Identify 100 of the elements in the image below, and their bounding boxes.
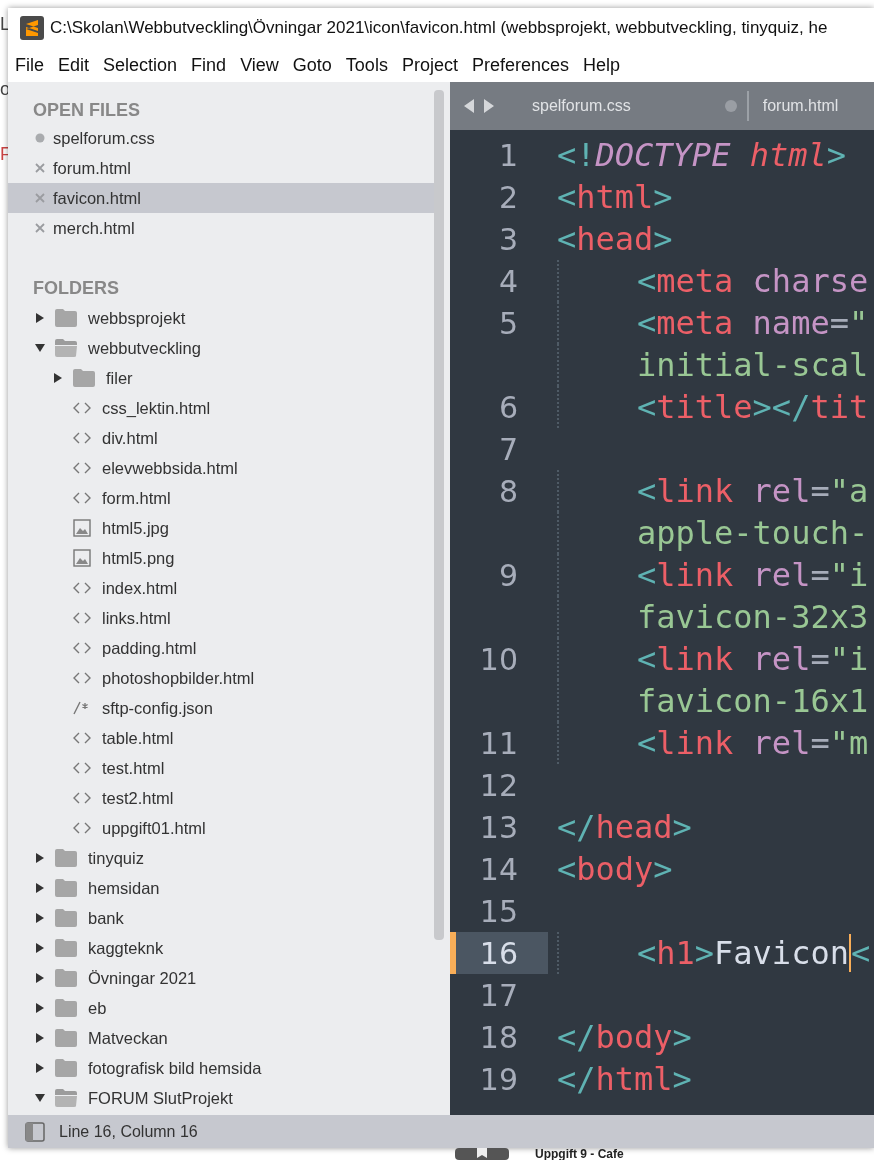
code-file-icon [72, 581, 92, 595]
code-punctuation: > [653, 178, 673, 216]
code-tag: meta [656, 304, 734, 342]
menu-item[interactable]: Goto [292, 54, 332, 76]
line-number: 11 [479, 725, 518, 761]
code-punctuation: < [557, 178, 577, 216]
folder-entry[interactable]: Övningar 2021 [8, 963, 434, 993]
folder-entry[interactable]: webbutveckling [8, 333, 434, 363]
tree-entry[interactable]: table.html [8, 723, 434, 753]
code-attribute: name [751, 304, 830, 342]
menu-item[interactable]: Find [191, 54, 227, 76]
open-file-item[interactable]: spelforum.css [8, 123, 434, 153]
folder-entry[interactable]: filer [8, 363, 434, 393]
code-tag: meta [656, 262, 734, 300]
code-tag: tit [810, 388, 869, 426]
code-doctype: html [748, 136, 827, 174]
menu-item[interactable]: Help [583, 54, 620, 76]
code-tag: link [656, 472, 734, 510]
folder-entry[interactable]: bank [8, 903, 434, 933]
code-punctuation: ></ [752, 388, 811, 426]
code-string: favicon-16x1 [637, 682, 869, 720]
tree-entry[interactable]: test.html [8, 753, 434, 783]
caret-right-icon[interactable] [52, 372, 64, 384]
code-string: "m [829, 724, 869, 762]
tree-entry[interactable]: links.html [8, 603, 434, 633]
menu-item[interactable]: Edit [58, 54, 90, 76]
code-tag: link [656, 556, 734, 594]
caret-right-icon[interactable] [34, 912, 46, 924]
code-punctuation: < [637, 472, 657, 510]
code-punctuation: > [672, 1060, 692, 1098]
code-string: initial-scal [637, 346, 869, 384]
folder-entry[interactable]: fotografisk bild hemsida [8, 1053, 434, 1083]
tree-entry[interactable]: elevwebbsida.html [8, 453, 434, 483]
tree-entry[interactable]: padding.html [8, 633, 434, 663]
line-number: 13 [479, 809, 518, 845]
tree-entry[interactable]: div.html [8, 423, 434, 453]
menu-item[interactable]: Preferences [471, 54, 569, 76]
caret-right-icon[interactable] [34, 882, 46, 894]
folder-entry[interactable]: hemsidan [8, 873, 434, 903]
code-punctuation: > [672, 1018, 692, 1056]
line-number: 2 [498, 179, 518, 215]
line-number: 1 [498, 137, 518, 173]
code-file-icon [72, 401, 92, 415]
sidebar-toggle-icon[interactable] [25, 1121, 45, 1142]
open-file-item[interactable]: favicon.html [8, 183, 434, 213]
caret-right-icon[interactable] [34, 1062, 46, 1074]
folder-icon [54, 878, 78, 898]
code-tag: head [576, 220, 654, 258]
open-file-item[interactable]: merch.html [8, 213, 434, 243]
code-punctuation: <! [557, 136, 596, 174]
unsaved-dot-icon [35, 133, 45, 143]
tree-entry[interactable]: test2.html [8, 783, 434, 813]
folder-entry[interactable]: Matveckan [8, 1023, 434, 1053]
tree-entry[interactable]: index.html [8, 573, 434, 603]
menu-item[interactable]: File [15, 54, 44, 76]
scrollbar-thumb[interactable] [434, 90, 444, 940]
folder-entry[interactable]: kaggteknk [8, 933, 434, 963]
folder-entry[interactable]: FORUM SlutProjekt [8, 1083, 434, 1113]
menu-item[interactable]: View [240, 54, 279, 76]
code-attribute: rel [751, 556, 811, 594]
folder-icon [54, 938, 78, 958]
caret-down-icon[interactable] [34, 1092, 46, 1104]
code-file-icon [72, 821, 92, 835]
line-number: 17 [479, 977, 518, 1013]
tree-entry[interactable]: css_lektin.html [8, 393, 434, 423]
code-file-icon [72, 431, 92, 445]
caret-right-icon[interactable] [34, 942, 46, 954]
text-cursor [848, 934, 851, 972]
caret-right-icon[interactable] [34, 312, 46, 324]
tree-entry[interactable]: html5.jpg [8, 513, 434, 543]
menu-item[interactable]: Tools [345, 54, 388, 76]
code-attribute: charse [751, 262, 869, 300]
background-text: L [0, 14, 11, 35]
menu-item[interactable]: Project [401, 54, 458, 76]
tree-entry[interactable]: photoshopbilder.html [8, 663, 434, 693]
line-number: 7 [498, 431, 518, 467]
code-punctuation: </ [557, 1060, 596, 1098]
code-tag: link [656, 640, 734, 678]
caret-right-icon[interactable] [34, 852, 46, 864]
tree-entry[interactable]: form.html [8, 483, 434, 513]
folder-entry[interactable]: eb [8, 993, 434, 1023]
window-title: C:\Skolan\Webbutveckling\Övningar 2021\icon\favicon.html (webbsprojekt, webbutveckling, tinyquiz, he [50, 18, 828, 38]
caret-right-icon[interactable] [34, 1002, 46, 1014]
caret-right-icon[interactable] [34, 972, 46, 984]
code-tag: body [595, 1018, 673, 1056]
code-string: " [848, 304, 869, 342]
folder-entry[interactable]: webbsprojekt [8, 303, 434, 333]
open-file-item[interactable]: forum.html [8, 153, 434, 183]
folder-icon [54, 998, 78, 1018]
code-attribute: rel [751, 472, 811, 510]
code-string: apple-touch- [637, 514, 869, 552]
tree-entry[interactable]: html5.png [8, 543, 434, 573]
tree-entry[interactable]: sftp-config.json [8, 693, 434, 723]
tree-entry[interactable]: uppgift01.html [8, 813, 434, 843]
code-punctuation: < [637, 640, 657, 678]
caret-down-icon[interactable] [34, 342, 46, 354]
caret-right-icon[interactable] [34, 1032, 46, 1044]
menu-item[interactable]: Selection [103, 54, 178, 76]
folder-entry[interactable]: tinyquiz [8, 843, 434, 873]
line-number: 3 [498, 221, 518, 257]
